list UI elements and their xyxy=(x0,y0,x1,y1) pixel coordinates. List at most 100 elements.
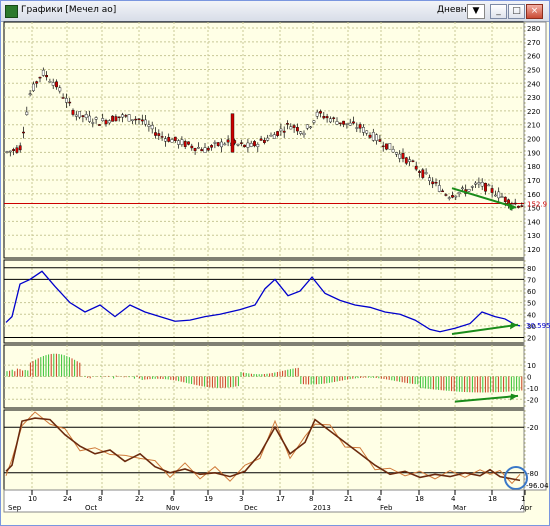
price-tick-label: 130 xyxy=(527,232,540,240)
candle xyxy=(150,125,154,130)
candle xyxy=(365,130,369,134)
candle xyxy=(398,153,402,159)
candle xyxy=(355,127,359,129)
candle xyxy=(160,136,164,138)
candle-spike xyxy=(230,113,235,153)
candle xyxy=(203,147,207,153)
candle xyxy=(5,151,9,153)
candle xyxy=(137,118,141,120)
stoch-tick-label: -80 xyxy=(527,470,538,478)
candle xyxy=(154,132,157,136)
rsi-tick-label: 80 xyxy=(527,265,536,273)
x-day-label: 18 xyxy=(415,495,424,503)
candle xyxy=(180,139,184,145)
x-month-label: Dec xyxy=(244,504,258,512)
candle xyxy=(127,114,131,122)
rsi-tick-label: 40 xyxy=(527,311,536,319)
price-tick-label: 250 xyxy=(527,66,540,74)
candle xyxy=(173,136,177,141)
candle xyxy=(477,182,481,185)
candle xyxy=(101,118,105,122)
candle xyxy=(500,196,504,198)
candle xyxy=(335,121,339,125)
candle xyxy=(451,195,454,198)
candle xyxy=(391,149,395,153)
candle xyxy=(329,118,332,123)
price-tick-label: 210 xyxy=(527,122,540,130)
price-tick-label: 260 xyxy=(527,53,540,61)
candle xyxy=(454,195,458,198)
candle xyxy=(434,182,438,184)
candle xyxy=(117,116,121,119)
candle xyxy=(322,116,326,119)
candle xyxy=(78,111,82,118)
candle xyxy=(8,150,12,153)
stoch-tick-label: -20 xyxy=(527,424,538,432)
candle xyxy=(517,205,520,208)
price-tick-label: 280 xyxy=(527,25,540,33)
candle xyxy=(490,188,494,193)
candle xyxy=(269,134,273,137)
candle xyxy=(520,205,524,207)
candle xyxy=(243,144,246,148)
macd-tick-label: 0 xyxy=(527,374,531,382)
candle xyxy=(114,116,118,122)
x-month-label: Nov xyxy=(166,504,180,512)
candle xyxy=(345,123,349,125)
candle xyxy=(84,114,88,118)
x-month-label: Apr xyxy=(520,504,532,512)
candle xyxy=(226,139,230,143)
candle xyxy=(38,76,42,79)
candle xyxy=(272,134,276,139)
candle xyxy=(253,141,256,147)
candle xyxy=(25,111,29,115)
candle xyxy=(12,149,15,152)
x-month-label: Oct xyxy=(85,504,97,512)
candle xyxy=(424,172,428,174)
x-axis-strip xyxy=(3,489,525,513)
candle xyxy=(35,81,39,84)
candle xyxy=(81,115,85,117)
x-month-label: 2013 xyxy=(313,504,331,512)
candle xyxy=(64,98,68,103)
rsi-tick-label: 50 xyxy=(527,300,536,308)
candle xyxy=(111,115,115,122)
candle xyxy=(71,109,75,115)
candle xyxy=(144,119,147,125)
candle xyxy=(480,181,484,187)
price-tick-label: 120 xyxy=(527,246,540,254)
x-day-label: 24 xyxy=(63,495,72,503)
candle xyxy=(68,101,72,104)
candle xyxy=(88,115,91,122)
candle xyxy=(368,134,372,138)
candle xyxy=(91,122,95,124)
x-day-label: 4 xyxy=(451,495,456,503)
candle xyxy=(447,197,451,199)
candle xyxy=(494,194,497,197)
candle xyxy=(94,117,98,120)
candle xyxy=(32,83,35,91)
x-day-label: 22 xyxy=(135,495,144,503)
candle xyxy=(104,120,108,125)
candle xyxy=(299,131,303,134)
candle xyxy=(292,125,296,128)
candle xyxy=(467,189,471,192)
candle xyxy=(187,141,190,145)
x-day-label: 18 xyxy=(488,495,497,503)
x-month-label: Mar xyxy=(453,504,466,512)
candle xyxy=(286,123,289,125)
candle xyxy=(121,114,124,118)
candle xyxy=(411,160,415,162)
candle xyxy=(371,132,375,141)
stoch-current-label: -96.04 xyxy=(526,482,549,490)
candle xyxy=(206,147,210,151)
x-day-label: 1 xyxy=(521,495,525,503)
candle xyxy=(513,202,517,205)
candle xyxy=(51,82,55,86)
x-day-label: 10 xyxy=(28,495,37,503)
price-tick-label: 180 xyxy=(527,163,540,171)
candle xyxy=(296,127,299,132)
candle xyxy=(381,145,385,148)
candle xyxy=(74,114,78,117)
chart-area[interactable]: 2802702602502402302202102001901801701601… xyxy=(0,0,550,526)
